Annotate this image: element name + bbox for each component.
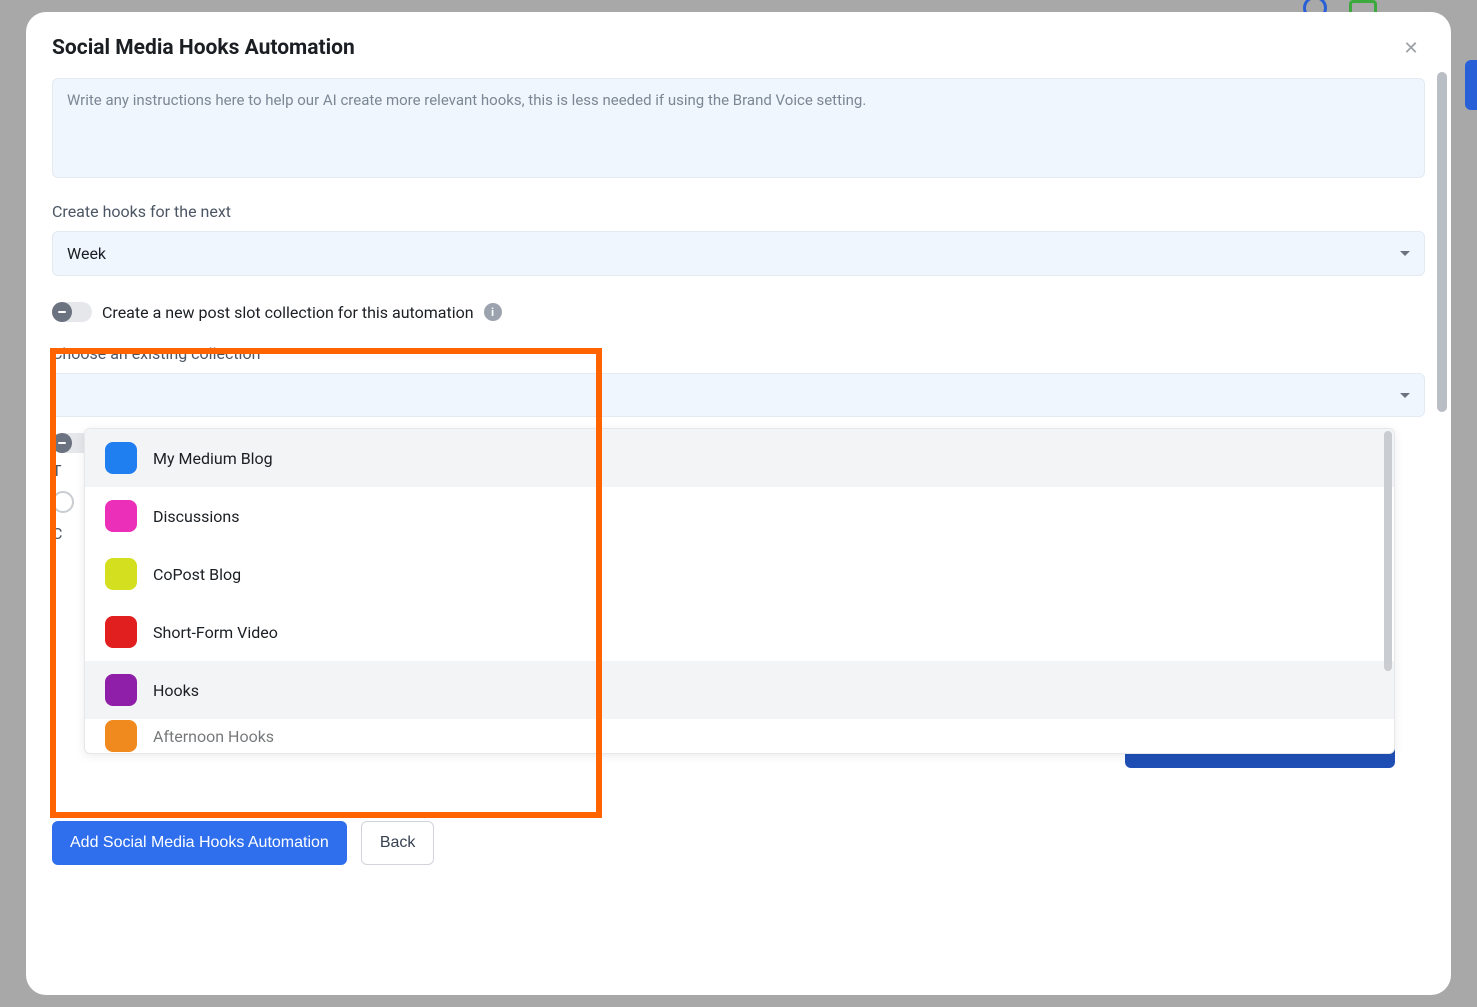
modal-title: Social Media Hooks Automation bbox=[52, 36, 1425, 60]
option-label: Afternoon Hooks bbox=[153, 727, 274, 746]
collection-option[interactable]: Discussions bbox=[85, 487, 1394, 545]
background-accent bbox=[1465, 60, 1477, 110]
toggle-knob bbox=[52, 302, 72, 322]
collection-option[interactable]: Short-Form Video bbox=[85, 603, 1394, 661]
option-label: Short-Form Video bbox=[153, 623, 278, 642]
toggle-knob bbox=[52, 433, 72, 453]
new-collection-toggle-row: Create a new post slot collection for th… bbox=[52, 302, 1425, 322]
color-swatch bbox=[105, 500, 137, 532]
collection-select[interactable] bbox=[52, 373, 1425, 417]
new-collection-toggle[interactable] bbox=[52, 302, 92, 322]
collection-option[interactable]: Afternoon Hooks bbox=[85, 719, 1394, 753]
instructions-placeholder: Write any instructions here to help our … bbox=[67, 91, 866, 109]
option-label: Discussions bbox=[153, 507, 239, 526]
option-label: My Medium Blog bbox=[153, 449, 273, 468]
color-swatch bbox=[105, 674, 137, 706]
obscured-circle bbox=[52, 491, 74, 513]
collection-option[interactable]: Hooks bbox=[85, 661, 1394, 719]
period-value: Week bbox=[67, 244, 106, 263]
back-button[interactable]: Back bbox=[361, 821, 435, 865]
dropdown-scrollbar[interactable] bbox=[1384, 431, 1392, 671]
collection-option[interactable]: My Medium Blog bbox=[85, 429, 1394, 487]
period-select[interactable]: Week bbox=[52, 231, 1425, 276]
option-label: Hooks bbox=[153, 681, 199, 700]
instructions-textarea[interactable]: Write any instructions here to help our … bbox=[52, 78, 1425, 178]
collection-option[interactable]: CoPost Blog bbox=[85, 545, 1394, 603]
color-swatch bbox=[105, 616, 137, 648]
choose-collection-label: Choose an existing collection bbox=[52, 344, 1425, 363]
modal-dialog: Social Media Hooks Automation ✕ Write an… bbox=[26, 12, 1451, 995]
color-swatch bbox=[105, 720, 137, 752]
color-swatch bbox=[105, 442, 137, 474]
toggle-label: Create a new post slot collection for th… bbox=[102, 303, 474, 322]
chevron-down-icon bbox=[1400, 393, 1410, 398]
create-hooks-label: Create hooks for the next bbox=[52, 202, 1425, 221]
color-swatch bbox=[105, 558, 137, 590]
modal-footer: Add Social Media Hooks Automation Back bbox=[52, 821, 434, 865]
chevron-down-icon bbox=[1400, 251, 1410, 256]
option-label: CoPost Blog bbox=[153, 565, 241, 584]
collection-dropdown-list: My Medium Blog Discussions CoPost Blog S… bbox=[84, 428, 1395, 754]
modal-scrollbar[interactable] bbox=[1437, 72, 1447, 432]
info-icon[interactable]: i bbox=[484, 303, 502, 321]
close-icon[interactable]: ✕ bbox=[1401, 38, 1421, 58]
scrollbar-thumb[interactable] bbox=[1437, 72, 1447, 412]
add-automation-button[interactable]: Add Social Media Hooks Automation bbox=[52, 821, 347, 865]
